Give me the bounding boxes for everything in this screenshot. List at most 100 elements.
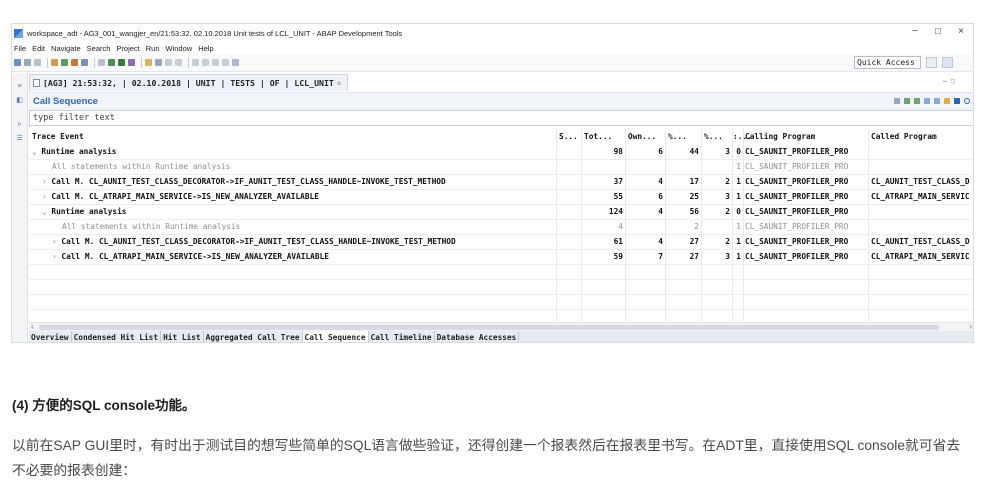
bar-chart-icon[interactable] (914, 98, 920, 104)
cell-percent-own: 3 (725, 192, 730, 201)
minimize-button[interactable]: − (908, 26, 922, 38)
run-icon[interactable] (61, 59, 68, 66)
col-total[interactable]: Tot... (584, 132, 612, 141)
menu-run[interactable]: Run (146, 44, 160, 53)
cell-trace-event: ⌄ Runtime analysis (42, 207, 554, 216)
col-percent-total[interactable]: %... (668, 132, 687, 141)
help-icon[interactable] (964, 98, 970, 104)
scroll-right-icon[interactable]: › (969, 322, 972, 331)
close-button[interactable]: × (954, 26, 968, 38)
scroll-left-icon[interactable]: ‹ (31, 322, 34, 331)
filter-input[interactable]: type filter text (29, 110, 973, 126)
menu-window[interactable]: Window (166, 44, 193, 53)
tab-call-sequence[interactable]: Call Sequence (302, 331, 369, 342)
perspective-icon[interactable] (232, 59, 239, 66)
col-percent-own[interactable]: %... (704, 132, 723, 141)
col-called-program[interactable]: Called Program (871, 132, 937, 141)
next-annotation-icon[interactable] (192, 59, 199, 66)
table-row[interactable]: › Call M. CL_AUNIT_TEST_CLASS_DECORATOR-… (29, 235, 973, 250)
col-calling-program[interactable]: Calling Program (745, 132, 815, 141)
col-own[interactable]: Own... (628, 132, 656, 141)
cell-calls: 0 (736, 147, 741, 156)
collapsed-chevron-icon[interactable]: › (42, 192, 51, 201)
collapsed-chevron-icon[interactable]: › (52, 237, 61, 246)
chart-icon[interactable] (904, 98, 910, 104)
table-row[interactable]: ⌄ Runtime analysis 98 6 44 3 0 CL_SAUNIT_PROFI… (29, 145, 973, 160)
collapsed-chevron-icon[interactable]: › (42, 177, 51, 186)
collapsed-chevron-icon[interactable]: › (52, 252, 61, 261)
print-icon[interactable] (34, 59, 41, 66)
back-icon[interactable] (212, 59, 219, 66)
cell-calls: 1 (736, 192, 741, 201)
new-icon[interactable] (14, 59, 21, 66)
forward-icon[interactable] (222, 59, 229, 66)
scrollbar-thumb[interactable] (39, 325, 939, 330)
trace-event-label: All statements within Runtime analysis (62, 222, 241, 231)
menu-navigate[interactable]: Navigate (51, 44, 81, 53)
external-tools-icon[interactable] (128, 59, 135, 66)
quick-access-input[interactable]: Quick Access (854, 56, 921, 69)
link-icon[interactable] (98, 59, 105, 66)
editor-tab[interactable]: [AG3] 21:53:32, | 02.10.2018 | UNIT | TE… (29, 74, 349, 91)
profile-icon[interactable] (118, 59, 125, 66)
project-explorer-icon[interactable]: ≡ (15, 83, 24, 90)
cell-percent-own: 3 (725, 252, 730, 261)
table-row[interactable]: › Call M. CL_ATRAPI_MAIN_SERVICE->IS_NEW… (29, 190, 973, 205)
horizontal-scrollbar[interactable]: ‹ › (29, 322, 973, 331)
export-icon[interactable] (894, 98, 900, 104)
list-view-icon[interactable]: ☰ (15, 135, 24, 142)
tab-close-icon[interactable]: ☒ (337, 79, 341, 87)
menu-file[interactable]: File (14, 44, 26, 53)
cell-percent-own: 2 (725, 177, 730, 186)
package-icon[interactable] (51, 59, 58, 66)
collapse-all-icon[interactable] (924, 98, 930, 104)
cell-calling-program: CL_SAUNIT_PROFILER_PRO (745, 237, 849, 246)
expanded-chevron-icon[interactable]: ⌄ (42, 207, 51, 216)
outline-icon[interactable]: ◧ (15, 97, 24, 104)
table-row[interactable]: ⌄ Runtime analysis 124 4 56 2 0 CL_SAUNIT_PROF… (29, 205, 973, 220)
table-row[interactable]: › Call M. CL_ATRAPI_MAIN_SERVICE->IS_NEW… (29, 250, 973, 265)
search-icon[interactable] (155, 59, 162, 66)
expanded-chevron-icon[interactable]: ⌄ (32, 147, 41, 156)
expand-all-icon[interactable] (934, 98, 940, 104)
abap-perspective-icon[interactable] (942, 57, 953, 68)
tab-overview[interactable]: Overview (29, 331, 72, 342)
tab-database-accesses[interactable]: Database Accesses (435, 331, 520, 342)
menu-project[interactable]: Project (116, 44, 139, 53)
prev-annotation-icon[interactable] (202, 59, 209, 66)
save-icon[interactable] (24, 59, 31, 66)
minimize-maximize-icon[interactable]: ⎯ ▢ (943, 77, 955, 86)
col-s[interactable]: S... (559, 132, 578, 141)
open-type-icon[interactable] (145, 59, 152, 66)
menu-edit[interactable]: Edit (32, 44, 45, 53)
cell-percent-total: 17 (689, 177, 699, 186)
trace-event-label: Call M. CL_AUNIT_TEST_CLASS_DECORATOR->I… (51, 177, 446, 186)
build-icon[interactable] (81, 59, 88, 66)
cell-calls: 1 (736, 237, 741, 246)
maximize-button[interactable]: □ (931, 26, 945, 38)
tab-aggregated-call-tree[interactable]: Aggregated Call Tree (204, 331, 303, 342)
debug-icon[interactable] (71, 59, 78, 66)
minimized-view-icon[interactable]: » (15, 121, 24, 128)
tab-condensed-hit-list[interactable]: Condensed Hit List (72, 331, 162, 342)
cell-percent-total: 27 (689, 252, 699, 261)
cell-calling-program: CL_SAUNIT_PROFILER_PRO (745, 207, 849, 216)
table-row[interactable]: All statements within Runtime analysis 4 2… (29, 220, 973, 235)
view-menu-icon[interactable] (954, 98, 960, 104)
filter-icon[interactable] (944, 98, 950, 104)
menu-help[interactable]: Help (198, 44, 213, 53)
annotation-icon[interactable] (165, 59, 172, 66)
tab-call-timeline[interactable]: Call Timeline (369, 331, 435, 342)
open-perspective-icon[interactable] (926, 57, 937, 68)
table-row[interactable]: All statements within Runtime analysis 1 C… (29, 160, 973, 175)
tab-hit-list[interactable]: Hit List (161, 331, 204, 342)
menu-search[interactable]: Search (87, 44, 111, 53)
menu-bar: File Edit Navigate Search Project Run Wi… (12, 42, 973, 54)
cell-calls: 1 (736, 222, 741, 231)
col-trace-event[interactable]: Trace Event (32, 132, 84, 141)
cell-percent-own: 2 (725, 207, 730, 216)
view-toolbar (890, 98, 970, 104)
pin-icon[interactable] (175, 59, 182, 66)
play-icon[interactable] (108, 59, 115, 66)
table-row[interactable]: › Call M. CL_AUNIT_TEST_CLASS_DECORATOR-… (29, 175, 973, 190)
